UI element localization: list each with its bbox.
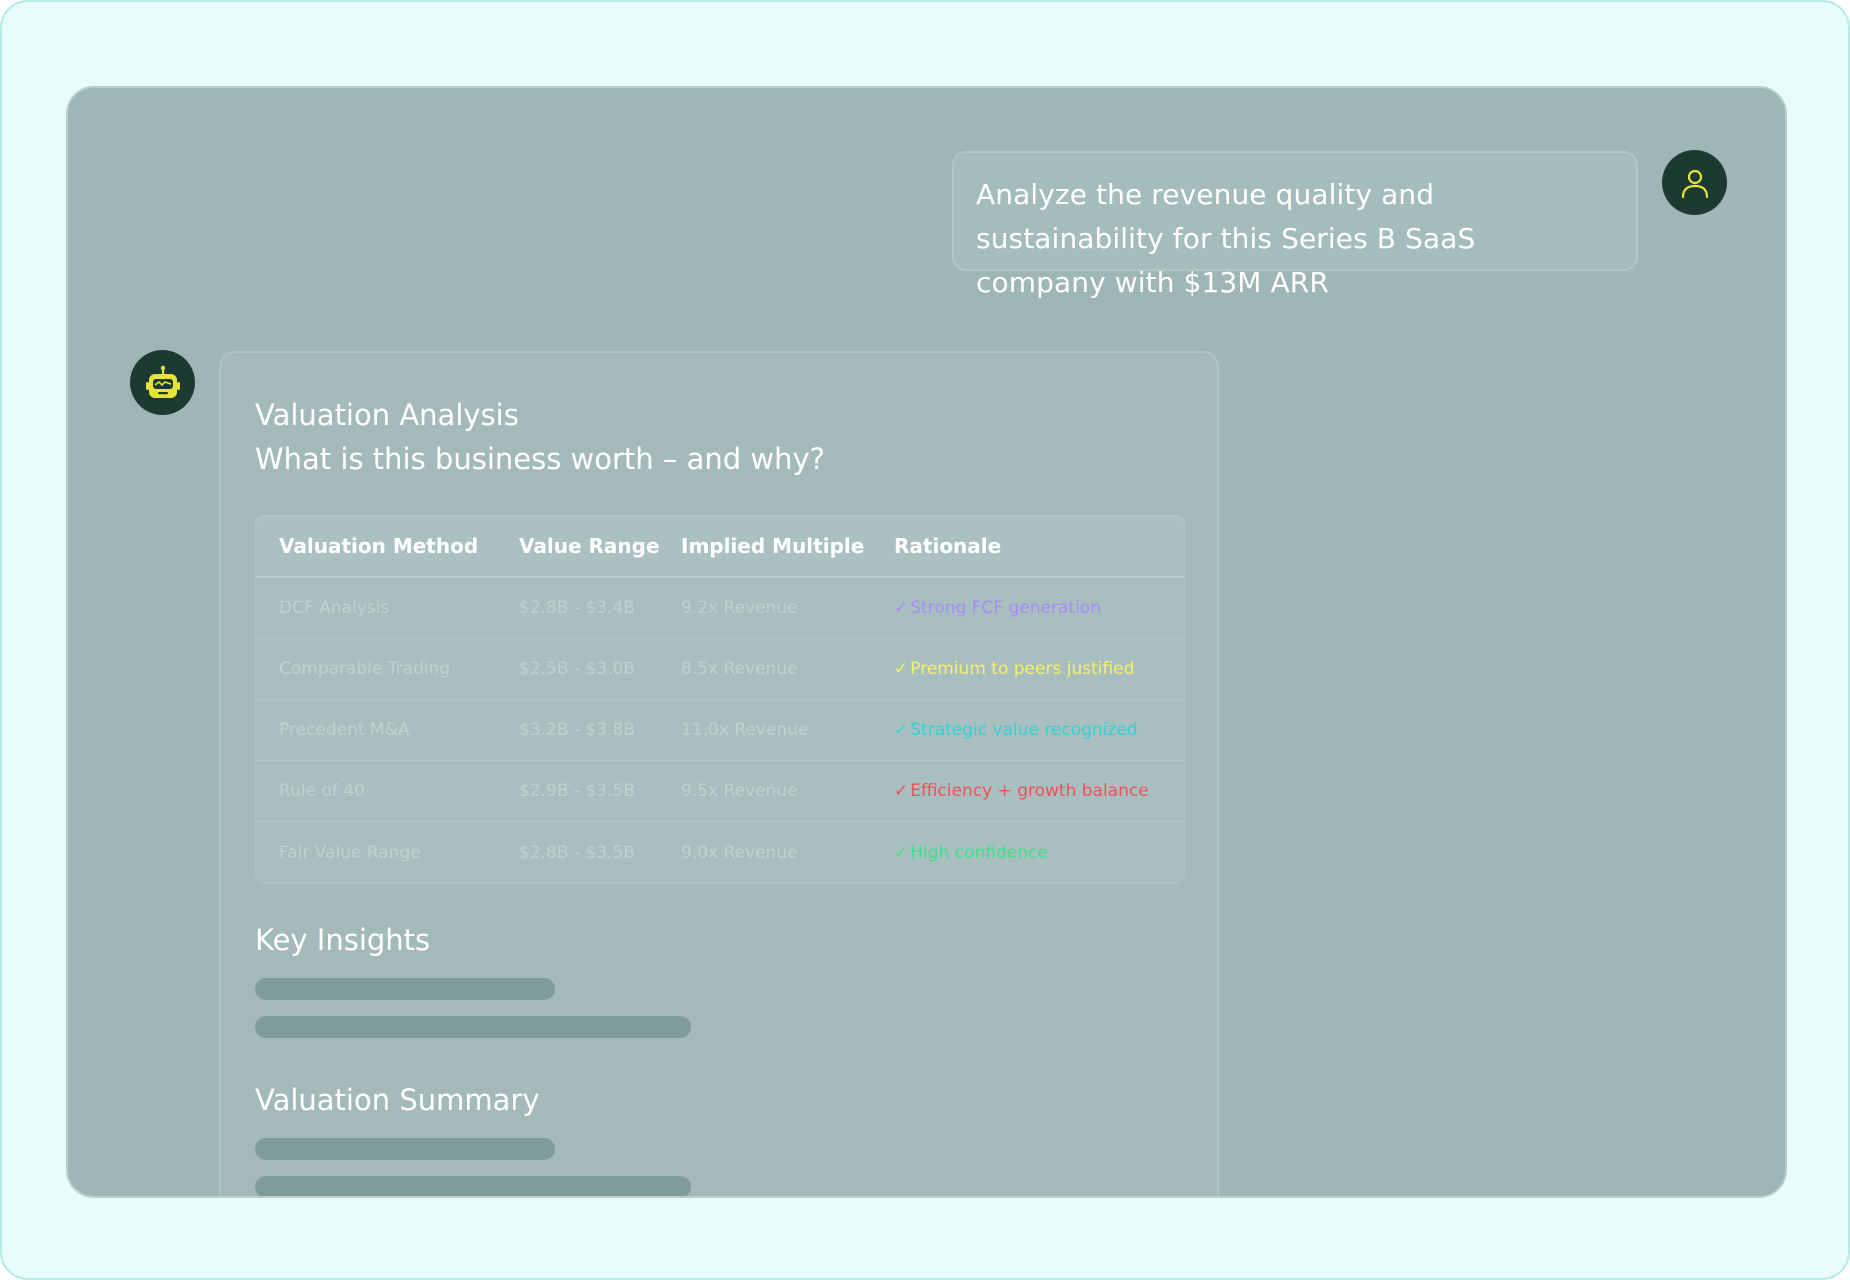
- cell-range: $2.9B - $3.5B: [519, 781, 635, 801]
- header-implied-multiple: Implied Multiple: [681, 534, 865, 558]
- rationale-text: Strategic value recognized: [910, 720, 1138, 740]
- header-rationale: Rationale: [894, 534, 1002, 558]
- rationale-text: Premium to peers justified: [910, 659, 1135, 679]
- user-avatar: [1662, 150, 1727, 215]
- check-icon: ✓: [894, 598, 909, 618]
- loading-skeleton-line: [255, 1016, 691, 1038]
- cell-range: $2.8B - $3.4B: [519, 598, 635, 618]
- user-icon: [1681, 169, 1708, 198]
- loading-skeleton-line: [255, 1176, 691, 1196]
- cell-rationale: ✓ Strong FCF generation: [894, 598, 1184, 618]
- cell-method: Rule of 40: [279, 781, 365, 801]
- rationale-text: High confidence: [910, 842, 1048, 863]
- check-icon: ✓: [894, 842, 909, 863]
- cell-rationale: ✓ Strategic value recognized: [894, 720, 1184, 740]
- rationale-text: Efficiency + growth balance: [910, 781, 1149, 801]
- loading-skeleton-line: [255, 978, 555, 1000]
- rationale-text: Strong FCF generation: [910, 598, 1101, 618]
- valuation-table: Valuation Method Value Range Implied Mul…: [255, 515, 1185, 884]
- check-icon: ✓: [894, 781, 909, 801]
- table-row: Rule of 40 $2.9B - $3.5B 9.5x Revenue ✓ E…: [256, 761, 1184, 822]
- table-row: Precedent M&A $3.2B - $3.8B 11.0x Revenu…: [256, 700, 1184, 761]
- cell-multiple: 8.5x Revenue: [681, 659, 798, 679]
- response-subtitle: What is this business worth – and why?: [255, 442, 826, 476]
- response-title: Valuation Analysis: [255, 398, 519, 432]
- cell-method: DCF Analysis: [279, 598, 390, 618]
- cell-multiple: 9.2x Revenue: [681, 598, 798, 618]
- header-value-range: Value Range: [519, 534, 660, 558]
- check-icon: ✓: [894, 659, 909, 679]
- robot-icon: [145, 365, 180, 398]
- header-valuation-method: Valuation Method: [279, 534, 479, 558]
- assistant-response-card: Valuation Analysis What is this business…: [219, 351, 1219, 1196]
- cell-multiple: 11.0x Revenue: [681, 720, 809, 740]
- assistant-avatar: [130, 350, 195, 415]
- cell-range: $2.5B - $3.0B: [519, 659, 635, 679]
- cell-method: Comparable Trading: [279, 659, 451, 679]
- key-insights-heading: Key Insights: [255, 923, 431, 957]
- cell-multiple: 9.0x Revenue: [681, 842, 798, 863]
- table-row: DCF Analysis $2.8B - $3.4B 9.2x Revenue …: [256, 578, 1184, 639]
- loading-skeleton-line: [255, 1138, 555, 1160]
- cell-range: $3.2B - $3.8B: [519, 720, 635, 740]
- table-row: Comparable Trading $2.5B - $3.0B 8.5x Re…: [256, 639, 1184, 700]
- cell-multiple: 9.5x Revenue: [681, 781, 798, 801]
- cell-range: $2.8B - $3.5B: [519, 842, 635, 863]
- check-icon: ✓: [894, 720, 909, 740]
- user-message-text: Analyze the revenue quality and sustaina…: [976, 178, 1476, 299]
- cell-method: Fair Value Range: [279, 842, 421, 863]
- valuation-summary-heading: Valuation Summary: [255, 1083, 540, 1117]
- chat-panel: Analyze the revenue quality and sustaina…: [66, 86, 1787, 1198]
- user-message-bubble: Analyze the revenue quality and sustaina…: [952, 151, 1638, 299]
- app-frame: Analyze the revenue quality and sustaina…: [0, 0, 1850, 1280]
- cell-rationale: ✓ High confidence: [894, 843, 1184, 863]
- table-header-row: Valuation Method Value Range Implied Mul…: [256, 516, 1184, 578]
- cell-method: Precedent M&A: [279, 720, 410, 740]
- cell-rationale: ✓ Efficiency + growth balance: [894, 781, 1184, 801]
- table-row: Fair Value Range $2.8B - $3.5B 9.0x Reve…: [256, 822, 1184, 883]
- cell-rationale: ✓ Premium to peers justified: [894, 659, 1184, 679]
